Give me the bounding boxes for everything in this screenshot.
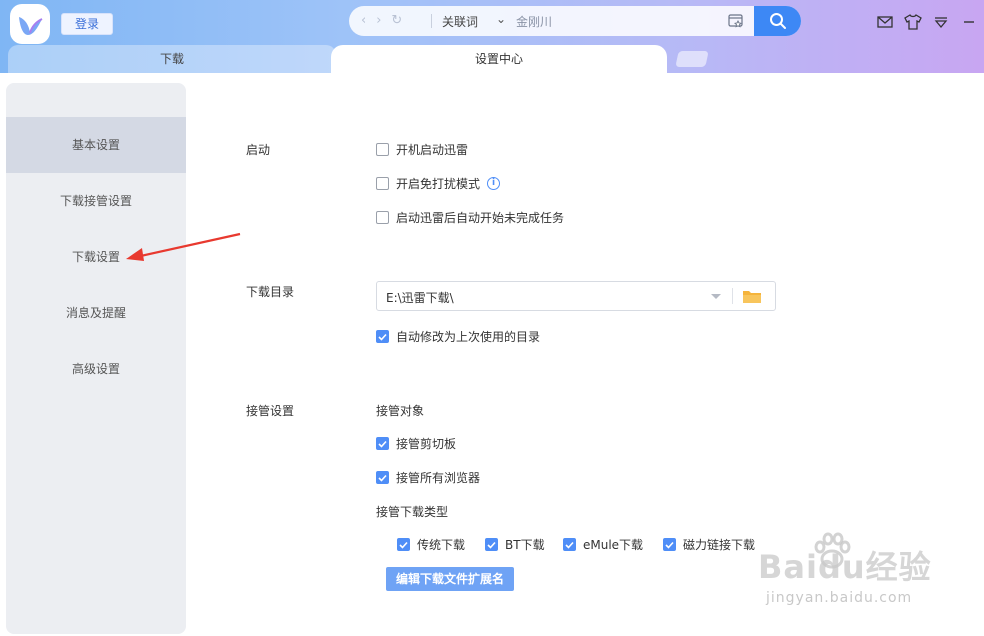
option-takeover-clipboard[interactable]: 接管剪切板 [376, 435, 456, 452]
startup-section-label: 启动 [246, 143, 271, 157]
option-takeover-browsers[interactable]: 接管所有浏览器 [376, 469, 480, 486]
check-icon [565, 541, 574, 549]
option-resume-tasks[interactable]: 启动迅雷后自动开始未完成任务 [376, 209, 564, 226]
option-label: 开机启动迅雷 [396, 143, 469, 157]
check-icon [378, 474, 387, 482]
forward-icon[interactable]: › [376, 13, 381, 28]
sidebar-item-takeover[interactable]: 下载接管设置 [6, 173, 186, 229]
app-logo[interactable] [10, 4, 50, 44]
option-type-traditional[interactable]: 传统下载 [397, 536, 465, 553]
takeover-types-label: 接管下载类型 [376, 505, 449, 519]
nav-controls: ‹ › ↻ [361, 13, 402, 28]
checkbox[interactable] [376, 177, 389, 190]
checkbox-checked[interactable] [563, 538, 576, 551]
sidebar-item-basic[interactable]: 基本设置 [6, 117, 186, 173]
takeover-targets-label: 接管对象 [376, 404, 425, 418]
back-icon[interactable]: ‹ [361, 13, 366, 28]
refresh-icon[interactable]: ↻ [391, 13, 402, 28]
skin-shirt-icon[interactable] [904, 13, 922, 31]
info-icon[interactable]: i [487, 177, 501, 190]
chevron-down-icon[interactable]: ⌄ [496, 12, 506, 26]
sidebar-item-messages[interactable]: 消息及提醒 [6, 285, 186, 341]
edit-extensions-button[interactable]: 编辑下载文件扩展名 [386, 567, 514, 591]
check-icon [487, 541, 496, 549]
option-label: 启动迅雷后自动开始未完成任务 [396, 211, 565, 225]
option-label: 自动修改为上次使用的目录 [396, 330, 541, 344]
option-auto-modify-dir[interactable]: 自动修改为上次使用的目录 [376, 328, 540, 345]
divider [732, 288, 733, 304]
check-icon [378, 440, 387, 448]
settings-sidebar: 基本设置 下载接管设置 下载设置 消息及提醒 高级设置 [6, 83, 186, 634]
takeover-section-label: 接管设置 [246, 404, 295, 418]
checkbox[interactable] [376, 143, 389, 156]
bookmark-icon[interactable] [727, 12, 745, 30]
checkbox-checked[interactable] [485, 538, 498, 551]
bird-logo-icon [19, 17, 43, 35]
option-type-bt[interactable]: BT下载 [485, 536, 545, 553]
option-label: 接管剪切板 [396, 437, 457, 451]
menu-dropdown-icon[interactable] [932, 13, 950, 31]
option-do-not-disturb[interactable]: 开启免打扰模式 i [376, 175, 501, 192]
checkbox-checked[interactable] [376, 471, 389, 484]
option-label: 接管所有浏览器 [396, 471, 481, 485]
checkbox-checked[interactable] [376, 437, 389, 450]
option-label: 开启免打扰模式 [396, 177, 481, 191]
window-toolbar [876, 13, 978, 31]
divider [431, 14, 432, 28]
minimize-icon[interactable] [960, 13, 978, 31]
checkbox[interactable] [376, 211, 389, 224]
option-type-magnet[interactable]: 磁力链接下载 [663, 536, 755, 553]
option-label: 传统下载 [417, 538, 466, 552]
title-bar: 登录 ‹ › ↻ 关联词 ⌄ 金刚川 下载 设置中心 [0, 0, 984, 73]
checkbox-checked[interactable] [663, 538, 676, 551]
login-button[interactable]: 登录 [61, 13, 113, 35]
option-type-emule[interactable]: eMule下载 [563, 536, 643, 553]
check-icon [378, 333, 387, 341]
search-input[interactable]: 金刚川 [516, 13, 552, 30]
check-icon [399, 541, 408, 549]
checkbox-checked[interactable] [376, 330, 389, 343]
option-label: 磁力链接下载 [683, 538, 756, 552]
search-bar: ‹ › ↻ 关联词 ⌄ 金刚川 [349, 6, 801, 36]
folder-icon[interactable] [742, 288, 762, 304]
chevron-down-icon[interactable] [710, 293, 722, 300]
search-mode-label[interactable]: 关联词 [442, 13, 478, 30]
check-icon [665, 541, 674, 549]
watermark-url: jingyan.baidu.com [766, 590, 913, 606]
option-label: BT下载 [505, 538, 545, 552]
mail-icon[interactable] [876, 13, 894, 31]
watermark-text: Baidu经验 [758, 548, 932, 586]
download-dir-section-label: 下载目录 [246, 285, 295, 299]
search-icon [769, 13, 786, 29]
search-button[interactable] [754, 6, 801, 36]
tab-settings[interactable]: 设置中心 [331, 45, 667, 73]
option-label: eMule下载 [583, 538, 644, 552]
checkbox-checked[interactable] [397, 538, 410, 551]
download-dir-select[interactable]: E:\迅雷下载\ [376, 281, 776, 311]
new-tab-button[interactable] [675, 51, 709, 67]
option-autostart[interactable]: 开机启动迅雷 [376, 141, 468, 158]
annotation-arrow [126, 232, 241, 261]
tab-download[interactable]: 下载 [8, 45, 336, 73]
download-dir-value: E:\迅雷下载\ [386, 291, 454, 305]
sidebar-item-advanced[interactable]: 高级设置 [6, 341, 186, 397]
baidu-watermark: Baidu经验 jingyan.baidu.com [752, 528, 952, 618]
